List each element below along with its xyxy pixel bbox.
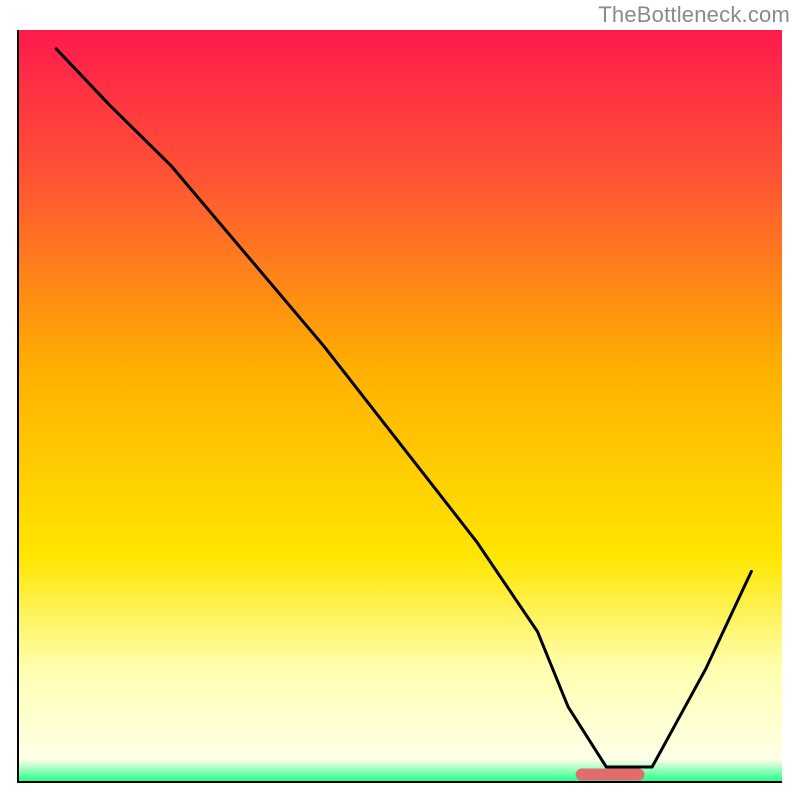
optimal-range-marker bbox=[576, 768, 645, 780]
bottleneck-chart bbox=[0, 0, 800, 800]
chart-container: TheBottleneck.com bbox=[0, 0, 800, 800]
chart-background-gradient bbox=[18, 30, 782, 782]
watermark-label: TheBottleneck.com bbox=[598, 2, 790, 28]
